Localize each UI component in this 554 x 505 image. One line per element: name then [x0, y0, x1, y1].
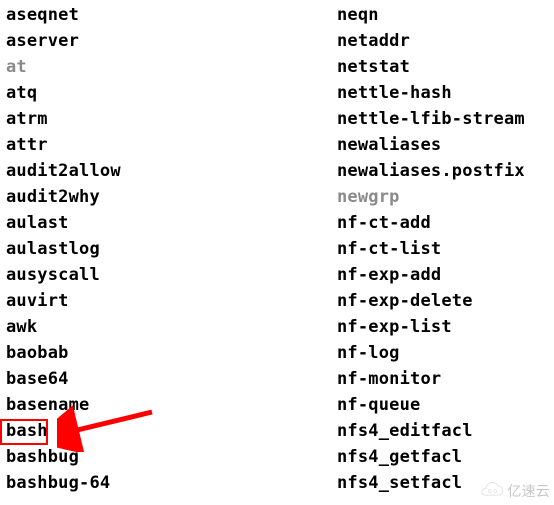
command-item: nf-exp-list	[337, 314, 525, 340]
watermark-text: 亿速云	[507, 481, 550, 501]
command-item: newaliases	[337, 132, 525, 158]
command-list-container: aseqnetaserveratatqatrmattraudit2allowau…	[0, 0, 554, 505]
command-item: newaliases.postfix	[337, 158, 525, 184]
command-item: nettle-hash	[337, 80, 525, 106]
command-item: nf-ct-add	[337, 210, 525, 236]
command-item: awk	[6, 314, 121, 340]
command-item: base64	[6, 366, 121, 392]
command-item: nf-queue	[337, 392, 525, 418]
command-item: basename	[6, 392, 121, 418]
command-item: audit2allow	[6, 158, 121, 184]
command-item: atq	[6, 80, 121, 106]
command-column-left: aseqnetaserveratatqatrmattraudit2allowau…	[6, 2, 121, 496]
command-item: attr	[6, 132, 121, 158]
command-item: bashbug-64	[6, 470, 121, 496]
command-item: newgrp	[337, 184, 525, 210]
command-item: netaddr	[337, 28, 525, 54]
command-item: aseqnet	[6, 2, 121, 28]
command-item: netstat	[337, 54, 525, 80]
command-item: bash	[6, 418, 121, 444]
command-item: aulastlog	[6, 236, 121, 262]
command-item: nf-ct-list	[337, 236, 525, 262]
command-item: aserver	[6, 28, 121, 54]
command-item: nettle-lfib-stream	[337, 106, 525, 132]
command-item: nf-exp-delete	[337, 288, 525, 314]
watermark: 亿速云	[477, 481, 550, 501]
cloud-icon	[477, 482, 505, 500]
command-item: nf-monitor	[337, 366, 525, 392]
command-item: bashbug	[6, 444, 121, 470]
command-item: audit2why	[6, 184, 121, 210]
command-item: nfs4_editfacl	[337, 418, 525, 444]
command-item: nf-exp-add	[337, 262, 525, 288]
command-column-right: neqnnetaddrnetstatnettle-hashnettle-lfib…	[337, 2, 525, 496]
command-item: nf-log	[337, 340, 525, 366]
command-item: baobab	[6, 340, 121, 366]
command-item: neqn	[337, 2, 525, 28]
command-item: aulast	[6, 210, 121, 236]
command-item: ausyscall	[6, 262, 121, 288]
command-item: atrm	[6, 106, 121, 132]
command-item: nfs4_getfacl	[337, 444, 525, 470]
command-item: at	[6, 54, 121, 80]
command-item: auvirt	[6, 288, 121, 314]
